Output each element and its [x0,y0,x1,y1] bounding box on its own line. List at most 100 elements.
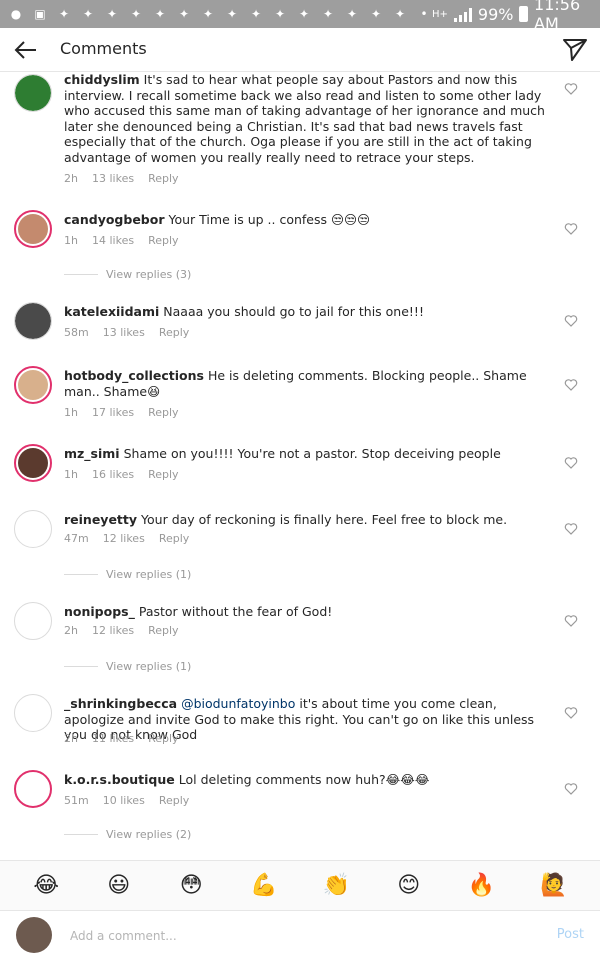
emoji-bar: 😂 😃 😳 💪 👏 😊 🔥 🙋 [0,860,600,910]
comment-username[interactable]: _shrinkingbecca [64,696,177,711]
avatar[interactable] [14,602,52,640]
comment-likes[interactable]: 17 likes [92,406,134,419]
paper-plane-icon[interactable] [562,36,588,62]
comments-header: Comments [0,28,600,72]
comment-body: katelexiidami Naaaa you should go to jail… [64,304,548,320]
status-bar: ● ▣ ✦ ✦ ✦ ✦ ✦ ✦ ✦ ✦ ✦ ✦ ✦ ✦ ✦ ✦ ✦ • H+ 9… [0,0,600,33]
page-title: Comments [60,39,147,58]
comment-meta: 58m 13 likes Reply [64,326,189,339]
avatar[interactable] [14,74,52,112]
heart-icon[interactable] [564,782,578,796]
view-replies-button[interactable]: View replies (2) [64,828,191,841]
comment-username[interactable]: nonipops_ [64,604,135,619]
heart-icon[interactable] [564,522,578,536]
comment-username[interactable]: reineyetty [64,512,137,527]
reply-button[interactable]: Reply [148,468,178,481]
avatar[interactable] [14,444,52,482]
reply-button[interactable]: Reply [148,172,178,185]
heart-icon[interactable] [564,222,578,236]
comment-likes[interactable]: 13 likes [92,172,134,185]
heart-icon[interactable] [564,378,578,392]
comments-list[interactable]: chiddyslim It's sad to hear what people s… [0,72,600,860]
reply-button[interactable]: Reply [148,234,178,247]
divider [64,574,98,575]
heart-icon[interactable] [564,614,578,628]
comment-time: 51m [64,794,89,807]
comment-composer: Post [0,910,600,960]
emoji-button[interactable]: 😳 [176,873,206,898]
comment-likes[interactable]: 11 likes [92,732,134,745]
view-replies-label[interactable]: View replies (1) [106,568,191,581]
emoji-button[interactable]: 😂 [31,873,61,898]
reply-button[interactable]: Reply [159,532,189,545]
battery-icon [519,6,529,22]
view-replies-label[interactable]: View replies (1) [106,660,191,673]
comment-likes[interactable]: 16 likes [92,468,134,481]
message-icon: ● [10,7,22,21]
comment-meta: 2h 12 likes Reply [64,624,179,637]
comment-likes[interactable]: 14 likes [92,234,134,247]
comment-time: 1h [64,234,78,247]
comment-time: 2h [64,172,78,185]
reply-button[interactable]: Reply [159,326,189,339]
comment-body: chiddyslim It's sad to hear what people s… [64,72,548,165]
comment-username[interactable]: mz_simi [64,446,120,461]
comment-body: candyogbebor Your Time is up .. confess 😒… [64,212,548,228]
comment-likes[interactable]: 13 likes [103,326,145,339]
comment-likes[interactable]: 10 likes [103,794,145,807]
heart-icon[interactable] [564,82,578,96]
comment-likes[interactable]: 12 likes [103,532,145,545]
view-replies-button[interactable]: View replies (1) [64,568,191,581]
emoji-button[interactable]: 👏 [321,873,351,898]
comment-input[interactable] [70,925,540,947]
heart-icon[interactable] [564,456,578,470]
divider [64,666,98,667]
more-icon: • [420,7,428,21]
reply-button[interactable]: Reply [148,732,178,745]
comment-time: 2h [64,732,78,745]
comment-username[interactable]: k.o.r.s.boutique [64,772,175,787]
avatar[interactable] [14,770,52,808]
view-replies-label[interactable]: View replies (2) [106,828,191,841]
comment-username[interactable]: chiddyslim [64,72,140,87]
comment-body: reineyetty Your day of reckoning is final… [64,512,548,528]
comment-body: hotbody_collections He is deleting commen… [64,368,548,399]
view-replies-label[interactable]: View replies (3) [106,268,191,281]
post-button[interactable]: Post [557,927,584,942]
comment-time: 47m [64,532,89,545]
twitter-icon: ✦ [130,7,142,21]
avatar[interactable] [14,510,52,548]
arrow-left-icon[interactable] [12,36,40,64]
emoji-button[interactable]: 💪 [249,873,279,898]
signal-icon [453,6,472,22]
comment-text: Shame on you!!!! You're not a pastor. St… [123,446,501,461]
avatar [16,917,52,953]
emoji-button[interactable]: 😃 [104,873,134,898]
comment-meta: 1h 17 likes Reply [64,406,179,419]
notification-icons: ● ▣ ✦ ✦ ✦ ✦ ✦ ✦ ✦ ✦ ✦ ✦ ✦ ✦ ✦ ✦ ✦ • [8,7,432,21]
comment-username[interactable]: candyogbebor [64,212,165,227]
heart-icon[interactable] [564,314,578,328]
heart-icon[interactable] [564,706,578,720]
comment-likes[interactable]: 12 likes [92,624,134,637]
comment-username[interactable]: katelexiidami [64,304,159,319]
reply-button[interactable]: Reply [148,406,178,419]
avatar[interactable] [14,366,52,404]
comment-time: 1h [64,406,78,419]
twitter-icon: ✦ [322,7,334,21]
avatar[interactable] [14,694,52,732]
twitter-icon: ✦ [394,7,406,21]
comment-username[interactable]: hotbody_collections [64,368,204,383]
view-replies-button[interactable]: View replies (3) [64,268,191,281]
emoji-button[interactable]: 🔥 [466,873,496,898]
reply-button[interactable]: Reply [148,624,178,637]
twitter-icon: ✦ [370,7,382,21]
emoji-button[interactable]: 🙋 [539,873,569,898]
reply-button[interactable]: Reply [159,794,189,807]
avatar[interactable] [14,302,52,340]
comment-mention[interactable]: @biodunfatoyinbo [181,696,295,711]
view-replies-button[interactable]: View replies (1) [64,660,191,673]
avatar[interactable] [14,210,52,248]
comment-text: Pastor without the fear of God! [138,604,333,619]
emoji-button[interactable]: 😊 [394,873,424,898]
